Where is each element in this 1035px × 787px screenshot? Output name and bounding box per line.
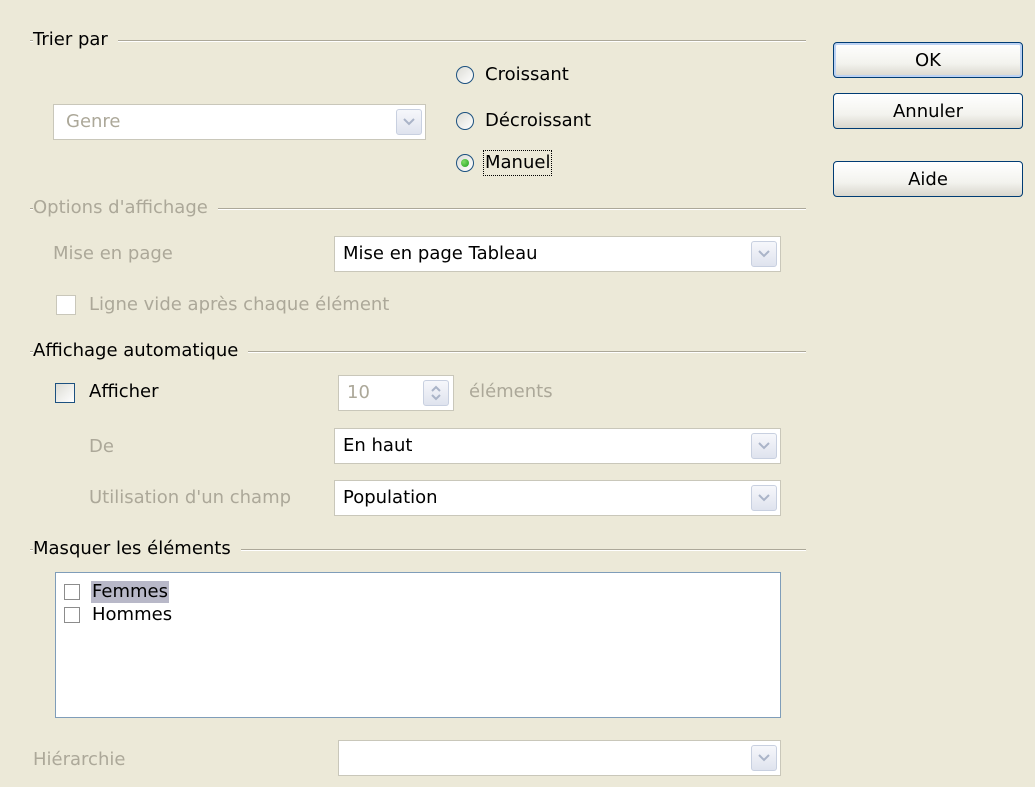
hierarchy-label: Hiérarchie: [33, 749, 126, 770]
items-unit-label: éléments: [469, 381, 553, 402]
empty-line-label: Ligne vide après chaque élément: [89, 294, 390, 315]
auto-show-checkbox[interactable]: [55, 383, 75, 403]
sort-section-title: Trier par: [33, 29, 118, 51]
display-section-title: Options d'affichage: [33, 197, 218, 219]
chevron-down-icon: [751, 745, 777, 771]
sort-field-value: Genre: [66, 111, 121, 132]
from-value: En haut: [343, 435, 413, 456]
item-label: Hommes: [92, 604, 173, 625]
field-dropdown[interactable]: Population: [334, 480, 781, 516]
from-label: De: [89, 436, 114, 457]
chevron-down-icon: [751, 241, 777, 267]
sort-ascending-label: Croissant: [485, 64, 569, 85]
chevron-down-icon: [751, 433, 777, 459]
empty-line-checkbox[interactable]: [56, 295, 76, 315]
layout-value: Mise en page Tableau: [343, 243, 538, 264]
from-dropdown[interactable]: En haut: [334, 428, 781, 464]
hide-items-section-title: Masquer les éléments: [33, 538, 241, 560]
hide-items-list[interactable]: Femmes Hommes: [55, 572, 781, 718]
auto-show-label: Afficher: [89, 381, 159, 402]
spin-updown-icon[interactable]: [423, 380, 449, 406]
sort-field-dropdown[interactable]: Genre: [53, 104, 426, 140]
item-count-spinner[interactable]: 10: [338, 375, 454, 411]
sort-descending-label: Décroissant: [485, 110, 592, 131]
radio-selected-dot: [461, 159, 469, 167]
sort-ascending-radio[interactable]: [456, 66, 474, 84]
item-label: Femmes: [91, 581, 169, 603]
chevron-down-icon: [751, 485, 777, 511]
auto-show-section-title: Affichage automatique: [33, 340, 249, 362]
sort-section-divider: [30, 40, 806, 42]
sort-descending-radio[interactable]: [456, 112, 474, 130]
item-checkbox[interactable]: [64, 584, 80, 600]
layout-dropdown[interactable]: Mise en page Tableau: [334, 236, 781, 272]
item-count-value: 10: [347, 382, 370, 403]
field-value: Population: [343, 487, 438, 508]
chevron-down-icon: [396, 109, 422, 135]
field-label: Utilisation d'un champ: [89, 487, 292, 508]
help-button[interactable]: Aide: [833, 161, 1023, 197]
layout-label: Mise en page: [53, 243, 173, 264]
sort-manual-label: Manuel: [482, 150, 553, 176]
ok-button[interactable]: OK: [833, 42, 1023, 78]
hierarchy-dropdown[interactable]: [338, 740, 781, 776]
sort-manual-radio[interactable]: [456, 154, 474, 172]
item-checkbox[interactable]: [64, 607, 80, 623]
cancel-button[interactable]: Annuler: [833, 93, 1023, 129]
